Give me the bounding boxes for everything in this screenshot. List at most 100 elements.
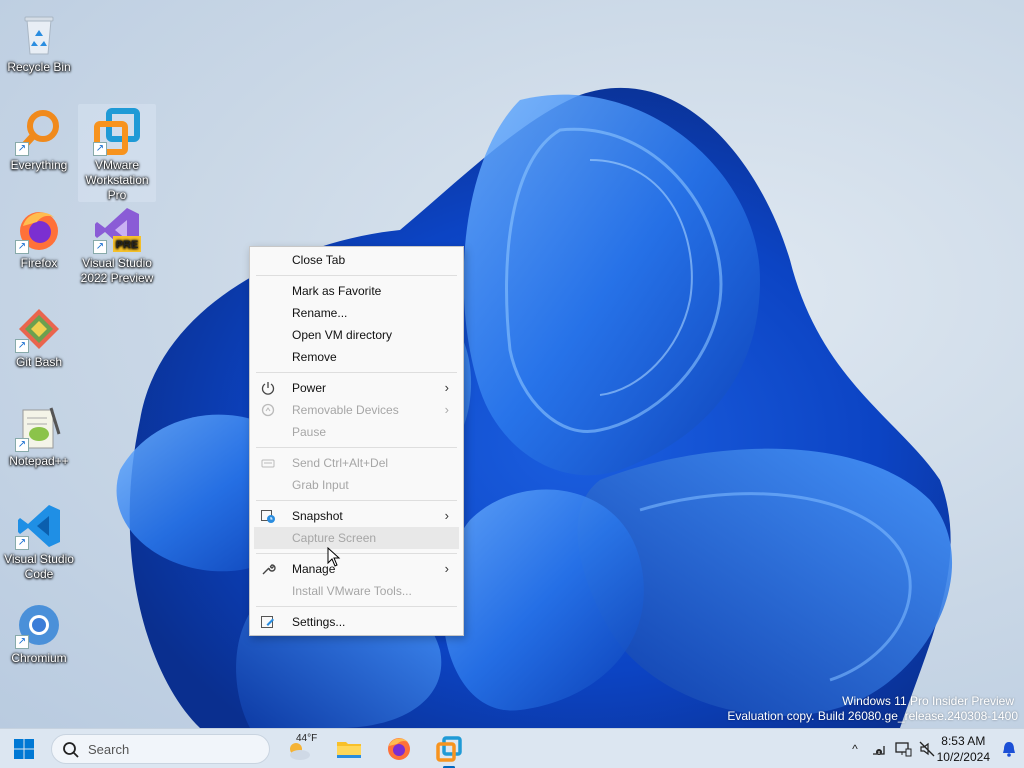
- desktop-icon-label: Visual Studio 2022 Preview: [80, 256, 154, 285]
- taskbar-firefox[interactable]: [383, 733, 415, 765]
- notification-bell-icon[interactable]: [1000, 740, 1018, 758]
- taskbar-search-box[interactable]: Search: [51, 734, 270, 764]
- shortcut-arrow-icon: ↗: [93, 142, 107, 156]
- clock-date: 10/2/2024: [936, 750, 990, 764]
- menu-item-remove[interactable]: Remove: [254, 346, 459, 368]
- settings-icon: [260, 614, 276, 630]
- desktop-icon-label: Everything: [10, 158, 68, 172]
- desktop-icon-visual-studio[interactable]: PRE ↗ Visual Studio 2022 Preview: [78, 202, 156, 286]
- vmware-icon: ↗: [93, 108, 141, 156]
- menu-item-power[interactable]: Power ›: [254, 377, 459, 399]
- mouse-cursor-icon: [327, 547, 341, 567]
- show-hidden-icons-chevron-icon[interactable]: ^: [846, 740, 864, 758]
- taskbar: Search 44°F ^ x 8:53 AM 10/2/2024: [0, 728, 1024, 768]
- search-placeholder: Search: [88, 742, 130, 757]
- desktop-icon-notepad-plus-plus[interactable]: ↗ Notepad++: [0, 400, 78, 469]
- vscode-icon: ↗: [15, 502, 63, 550]
- desktop-icon-recycle-bin[interactable]: Recycle Bin: [0, 6, 78, 75]
- firefox-icon: ↗: [15, 206, 63, 254]
- menu-separator: [256, 606, 457, 607]
- menu-item-removable-devices[interactable]: Removable Devices ›: [254, 399, 459, 421]
- weather-temperature: 44°F: [296, 733, 318, 744]
- svg-text:x: x: [878, 750, 881, 756]
- menu-item-manage[interactable]: Manage ›: [254, 558, 459, 580]
- watermark-line-2: Evaluation copy. Build 26080.ge_release.…: [727, 709, 1018, 723]
- taskbar-clock[interactable]: 8:53 AM 10/2/2024: [937, 733, 990, 765]
- shortcut-arrow-icon: ↗: [15, 635, 29, 649]
- display-icon[interactable]: [894, 740, 912, 758]
- menu-separator: [256, 447, 457, 448]
- menu-item-label: Pause: [292, 425, 327, 439]
- everything-search-icon: ↗: [15, 108, 63, 156]
- desktop-icon-label: Notepad++: [9, 454, 69, 468]
- desktop-icon-everything[interactable]: ↗ Everything: [0, 104, 78, 173]
- taskbar-weather-widget[interactable]: 44°F: [282, 733, 318, 765]
- desktop-icon-label: Firefox: [20, 256, 58, 270]
- git-bash-icon: ↗: [15, 305, 63, 353]
- start-button[interactable]: [8, 733, 40, 765]
- menu-item-send-ctrl-alt-del[interactable]: Send Ctrl+Alt+Del: [254, 452, 459, 474]
- desktop-icon-git-bash[interactable]: ↗ Git Bash: [0, 301, 78, 370]
- file-explorer-icon: [337, 742, 361, 758]
- menu-item-install-vmware-tools[interactable]: Install VMware Tools...: [254, 580, 459, 602]
- menu-item-label: Close Tab: [292, 253, 346, 267]
- power-icon: [260, 380, 276, 396]
- desktop-icon-label: Git Bash: [15, 355, 63, 369]
- menu-item-label: Grab Input: [292, 478, 349, 492]
- snapshot-icon: [260, 508, 276, 524]
- network-disconnected-icon[interactable]: x: [870, 740, 888, 758]
- submenu-arrow-icon: ›: [444, 402, 449, 417]
- notepad-plus-plus-icon: ↗: [15, 404, 63, 452]
- vm-tab-context-menu: Close Tab Mark as Favorite Rename... Ope…: [249, 246, 464, 636]
- menu-item-settings[interactable]: Settings...: [254, 611, 459, 633]
- desktop[interactable]: Recycle Bin ↗ Everything ↗ VMware Workst…: [0, 0, 1024, 728]
- desktop-icon-firefox[interactable]: ↗ Firefox: [0, 202, 78, 271]
- menu-item-rename[interactable]: Rename...: [254, 302, 459, 324]
- menu-item-pause[interactable]: Pause: [254, 421, 459, 443]
- menu-separator: [256, 275, 457, 276]
- desktop-icon-label: Chromium: [11, 651, 67, 665]
- menu-item-label: Mark as Favorite: [292, 284, 382, 298]
- chromium-icon: ↗: [15, 601, 63, 649]
- shortcut-arrow-icon: ↗: [15, 536, 29, 550]
- menu-item-capture-screen[interactable]: Capture Screen: [254, 527, 459, 549]
- menu-item-label: Removable Devices: [292, 403, 399, 417]
- menu-item-label: Send Ctrl+Alt+Del: [292, 456, 389, 470]
- desktop-icon-vscode[interactable]: ↗ Visual Studio Code: [0, 498, 78, 582]
- windows-logo-icon: [14, 739, 34, 759]
- menu-item-label: Capture Screen: [292, 531, 377, 545]
- submenu-arrow-icon: ›: [444, 380, 449, 395]
- visual-studio-icon: PRE ↗: [93, 206, 141, 254]
- pre-badge: PRE: [116, 239, 139, 251]
- menu-item-grab-input[interactable]: Grab Input: [254, 474, 459, 496]
- shortcut-arrow-icon: ↗: [15, 339, 29, 353]
- vmware-icon: [436, 736, 462, 762]
- desktop-icon-vmware[interactable]: ↗ VMware Workstation Pro: [78, 104, 156, 202]
- menu-item-label: Snapshot: [292, 509, 343, 523]
- keyboard-icon: [260, 455, 276, 471]
- shortcut-arrow-icon: ↗: [93, 240, 107, 254]
- watermark-line-1: Windows 11 Pro Insider Preview: [842, 694, 1014, 708]
- menu-item-open-vm-directory[interactable]: Open VM directory: [254, 324, 459, 346]
- submenu-arrow-icon: ›: [444, 561, 449, 576]
- volume-muted-icon[interactable]: [918, 740, 936, 758]
- menu-item-mark-as-favorite[interactable]: Mark as Favorite: [254, 280, 459, 302]
- menu-item-label: Install VMware Tools...: [292, 584, 412, 598]
- submenu-arrow-icon: ›: [444, 508, 449, 523]
- search-icon: [63, 742, 79, 758]
- menu-item-label: Open VM directory: [292, 328, 393, 342]
- taskbar-file-explorer[interactable]: [333, 733, 365, 765]
- menu-item-label: Power: [292, 381, 327, 395]
- taskbar-vmware[interactable]: [433, 733, 465, 768]
- shortcut-arrow-icon: ↗: [15, 240, 29, 254]
- clock-time: 8:53 AM: [941, 734, 986, 748]
- desktop-icon-label: Recycle Bin: [7, 60, 71, 74]
- menu-item-snapshot[interactable]: Snapshot ›: [254, 505, 459, 527]
- recycle-bin-icon: [15, 10, 63, 58]
- menu-separator: [256, 500, 457, 501]
- wrench-icon: [260, 561, 276, 577]
- desktop-icon-chromium[interactable]: ↗ Chromium: [0, 597, 78, 666]
- windows-evaluation-watermark: Windows 11 Pro Insider Preview Evaluatio…: [727, 694, 1018, 724]
- removable-devices-icon: [260, 402, 276, 418]
- menu-item-close-tab[interactable]: Close Tab: [254, 249, 459, 271]
